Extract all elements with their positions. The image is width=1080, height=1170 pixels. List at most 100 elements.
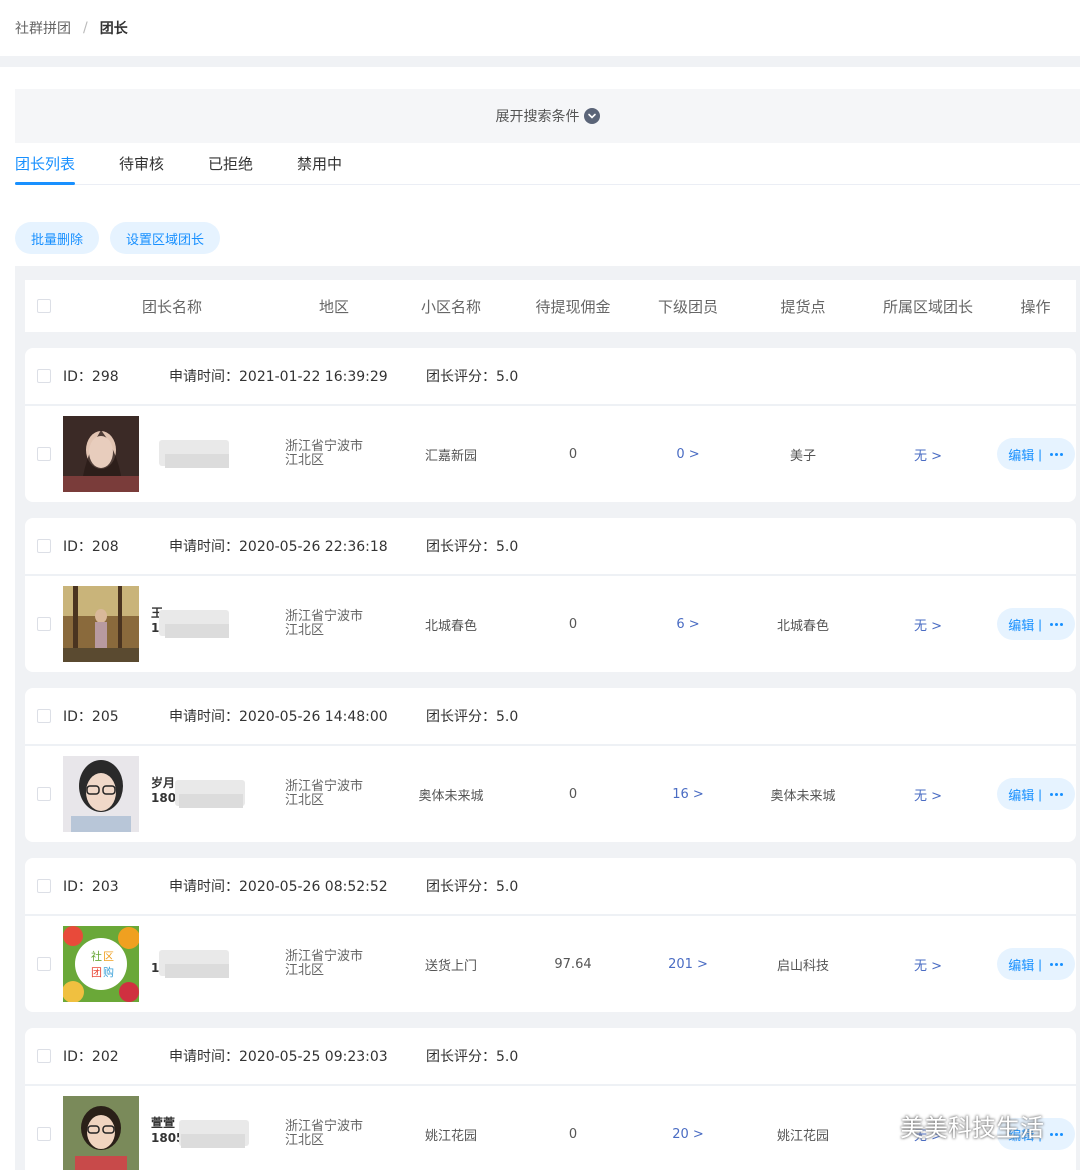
- apply-time: 申请时间：2020-05-26 14:48:00: [169, 709, 388, 725]
- leader-score: 团长评分：5.0: [426, 709, 519, 725]
- column-header-community: 小区名称: [420, 297, 481, 316]
- svg-text:购: 购: [103, 965, 114, 979]
- row-checkbox[interactable]: [37, 709, 51, 723]
- region-leader-link[interactable]: 无 >: [861, 955, 995, 974]
- tab-disabled[interactable]: 禁用中: [297, 142, 342, 184]
- row-header: ID：203 申请时间：2020-05-26 08:52:52 团长评分：5.0: [25, 858, 1076, 916]
- row-id: ID：202: [63, 1049, 119, 1065]
- row-checkbox[interactable]: [37, 539, 51, 553]
- row-item-checkbox[interactable]: [37, 957, 51, 971]
- privacy-blur: [181, 1134, 245, 1148]
- pickup-cell: 北城春色: [776, 618, 829, 634]
- more-icon[interactable]: [1049, 962, 1063, 966]
- row-body: 岁月 1806 浙江省宁波市 江北区 奥体未来城 0 16 > 奥体未来城 无 > …: [25, 746, 1076, 842]
- breadcrumb-current: 团长: [99, 21, 128, 37]
- select-all-checkbox[interactable]: [37, 299, 51, 313]
- row-id: ID：205: [63, 709, 119, 725]
- column-header-actions: 操作: [1020, 297, 1051, 316]
- table-row: ID：298 申请时间：2021-01-22 16:39:29 团长评分：5.0…: [25, 348, 1076, 502]
- expand-search-toggle[interactable]: 展开搜索条件: [15, 89, 1080, 143]
- region-leader-link[interactable]: 无 >: [861, 445, 995, 464]
- row-body: 王1 浙江省宁波市 江北区 北城春色 0 6 > 北城春色 无 > 编辑 |: [25, 576, 1076, 672]
- column-header-commission: 待提现佣金: [535, 297, 611, 316]
- row-header: ID：202 申请时间：2020-05-25 09:23:03 团长评分：5.0: [25, 1028, 1076, 1086]
- table-row: ID：203 申请时间：2020-05-26 08:52:52 团长评分：5.0…: [25, 858, 1076, 1012]
- leader-score: 团长评分：5.0: [426, 879, 519, 895]
- member-name: 岁月: [151, 776, 176, 790]
- row-body: 社区团购 1 浙江省宁波市 江北区 送货上门 97.64 201 > 启山科技 无…: [25, 916, 1076, 1012]
- members-link[interactable]: 201 >: [631, 957, 745, 972]
- avatar: 社区团购: [63, 926, 139, 1002]
- members-link[interactable]: 16 >: [631, 787, 745, 802]
- commission-cell: 0: [568, 786, 578, 802]
- batch-delete-button[interactable]: 批量删除: [15, 222, 100, 254]
- svg-text:区: 区: [103, 950, 114, 963]
- edit-button[interactable]: 编辑 |: [996, 608, 1075, 640]
- column-header-region-leader: 所属区域团长: [882, 297, 973, 316]
- row-body: 浙江省宁波市 江北区 汇嘉新园 0 0 > 美子 无 > 编辑 |: [25, 406, 1076, 502]
- members-link[interactable]: 0 >: [631, 447, 745, 462]
- svg-text:社: 社: [91, 949, 102, 963]
- edit-button[interactable]: 编辑 |: [996, 438, 1075, 470]
- apply-time: 申请时间：2020-05-26 08:52:52: [169, 879, 388, 895]
- region-leader-link[interactable]: 无 >: [861, 615, 995, 634]
- commission-cell: 0: [568, 616, 578, 632]
- table-row: ID：202 申请时间：2020-05-25 09:23:03 团长评分：5.0…: [25, 1028, 1076, 1170]
- column-header-region: 地区: [318, 297, 349, 316]
- header-divider: [0, 56, 1080, 67]
- privacy-blur: [179, 794, 243, 808]
- table-row: ID：205 申请时间：2020-05-26 14:48:00 团长评分：5.0…: [25, 688, 1076, 842]
- privacy-blur: [165, 454, 229, 468]
- more-icon[interactable]: [1049, 452, 1063, 456]
- row-item-checkbox[interactable]: [37, 1127, 51, 1141]
- row-id: ID：298: [63, 369, 119, 385]
- member-info: [63, 416, 281, 492]
- apply-time: 申请时间：2020-05-26 22:36:18: [169, 539, 388, 555]
- tab-leader-list[interactable]: 团长列表: [15, 142, 76, 185]
- leader-score: 团长评分：5.0: [426, 539, 519, 555]
- breadcrumb-root[interactable]: 社群拼团: [15, 18, 71, 38]
- pickup-cell: 启山科技: [776, 958, 829, 974]
- row-header: ID：298 申请时间：2021-01-22 16:39:29 团长评分：5.0: [25, 348, 1076, 406]
- pickup-cell: 姚江花园: [776, 1128, 829, 1144]
- row-checkbox[interactable]: [37, 879, 51, 893]
- row-header: ID：205 申请时间：2020-05-26 14:48:00 团长评分：5.0: [25, 688, 1076, 746]
- pickup-cell: 美子: [789, 448, 816, 464]
- breadcrumb: 社群拼团 / 团长: [0, 0, 1080, 56]
- watermark: 美美科技生活: [856, 1108, 1044, 1143]
- tab-rejected[interactable]: 已拒绝: [208, 142, 253, 184]
- row-item-checkbox[interactable]: [37, 787, 51, 801]
- more-icon[interactable]: [1049, 792, 1063, 796]
- tab-pending-review[interactable]: 待审核: [119, 142, 164, 184]
- row-id: ID：208: [63, 539, 119, 555]
- row-checkbox[interactable]: [37, 1049, 51, 1063]
- expand-search-label: 展开搜索条件: [495, 109, 580, 125]
- edit-button[interactable]: 编辑 |: [996, 778, 1075, 810]
- region-cell: 浙江省宁波市 江北区: [285, 949, 364, 978]
- avatar: [63, 416, 139, 492]
- svg-text:团: 团: [91, 966, 102, 979]
- members-link[interactable]: 6 >: [631, 617, 745, 632]
- more-icon[interactable]: [1049, 622, 1063, 626]
- privacy-blur: [165, 624, 229, 638]
- region-cell: 浙江省宁波市 江北区: [285, 609, 364, 638]
- avatar: [63, 586, 139, 662]
- breadcrumb-separator: /: [83, 20, 88, 36]
- column-header-name: 团长名称: [141, 297, 202, 316]
- set-region-leader-button[interactable]: 设置区域团长: [110, 222, 221, 254]
- privacy-blur: [165, 964, 229, 978]
- leader-score: 团长评分：5.0: [426, 369, 519, 385]
- edit-button[interactable]: 编辑 |: [996, 948, 1075, 980]
- members-link[interactable]: 20 >: [631, 1127, 745, 1142]
- region-cell: 浙江省宁波市 江北区: [285, 1119, 364, 1148]
- row-item-checkbox[interactable]: [37, 447, 51, 461]
- row-checkbox[interactable]: [37, 369, 51, 383]
- more-icon[interactable]: [1049, 1132, 1063, 1136]
- row-item-checkbox[interactable]: [37, 617, 51, 631]
- row-id: ID：203: [63, 879, 119, 895]
- commission-cell: 0: [568, 446, 578, 462]
- community-cell: 北城春色: [424, 618, 477, 634]
- region-cell: 浙江省宁波市 江北区: [285, 779, 364, 808]
- commission-cell: 97.64: [554, 956, 592, 972]
- region-leader-link[interactable]: 无 >: [861, 785, 995, 804]
